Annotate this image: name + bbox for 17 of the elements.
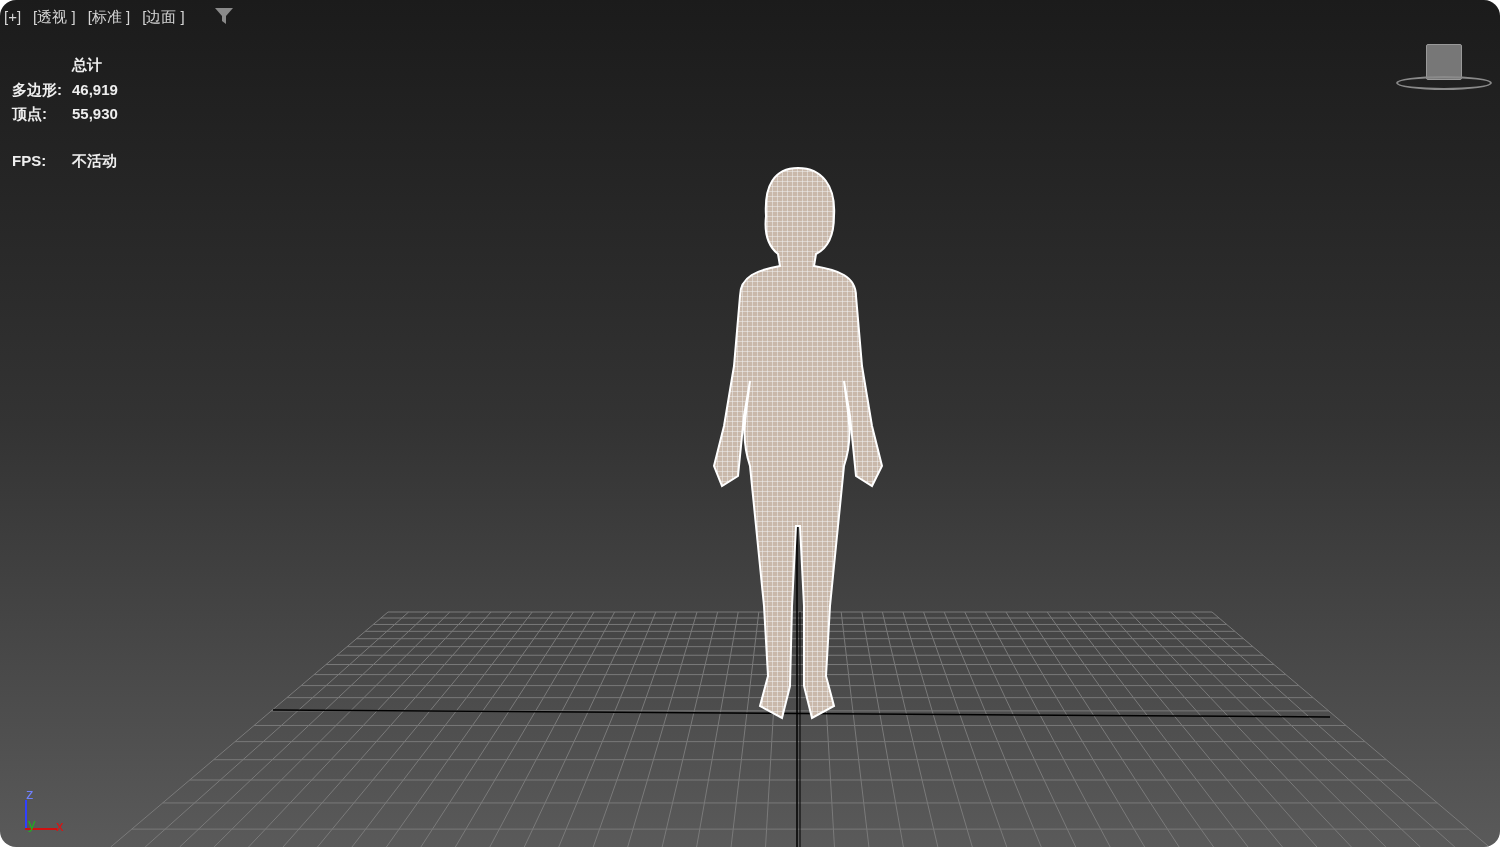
fps-label: FPS: bbox=[12, 150, 48, 171]
stat-value: 46,919 bbox=[72, 79, 118, 100]
fps-value: 不活动 bbox=[72, 150, 118, 171]
stat-label: 顶点: bbox=[12, 104, 48, 124]
x-axis-label: x bbox=[56, 818, 64, 833]
y-axis-label: y bbox=[28, 816, 36, 831]
stat-value: 55,930 bbox=[72, 104, 118, 124]
viewport-menu-label[interactable]: [标准 ] bbox=[87, 6, 131, 29]
view-cube[interactable] bbox=[1396, 44, 1492, 92]
filter-icon[interactable] bbox=[215, 8, 233, 24]
viewport[interactable]: [+] [透视 ] [标准 ] [边面 ] 总计 多边形: 46,919 顶点: 55,930 FPS: 不活动 z y x bbox=[0, 0, 1500, 847]
stat-label: 多边形: bbox=[12, 79, 63, 100]
z-axis-label: z bbox=[26, 786, 34, 801]
viewport-menu-label[interactable]: [透视 ] bbox=[33, 6, 76, 29]
stats-header: 总计 bbox=[72, 55, 103, 75]
viewport-menu-label[interactable]: [+] bbox=[4, 6, 22, 29]
viewport-menu-label[interactable]: [边面 ] bbox=[142, 6, 185, 29]
